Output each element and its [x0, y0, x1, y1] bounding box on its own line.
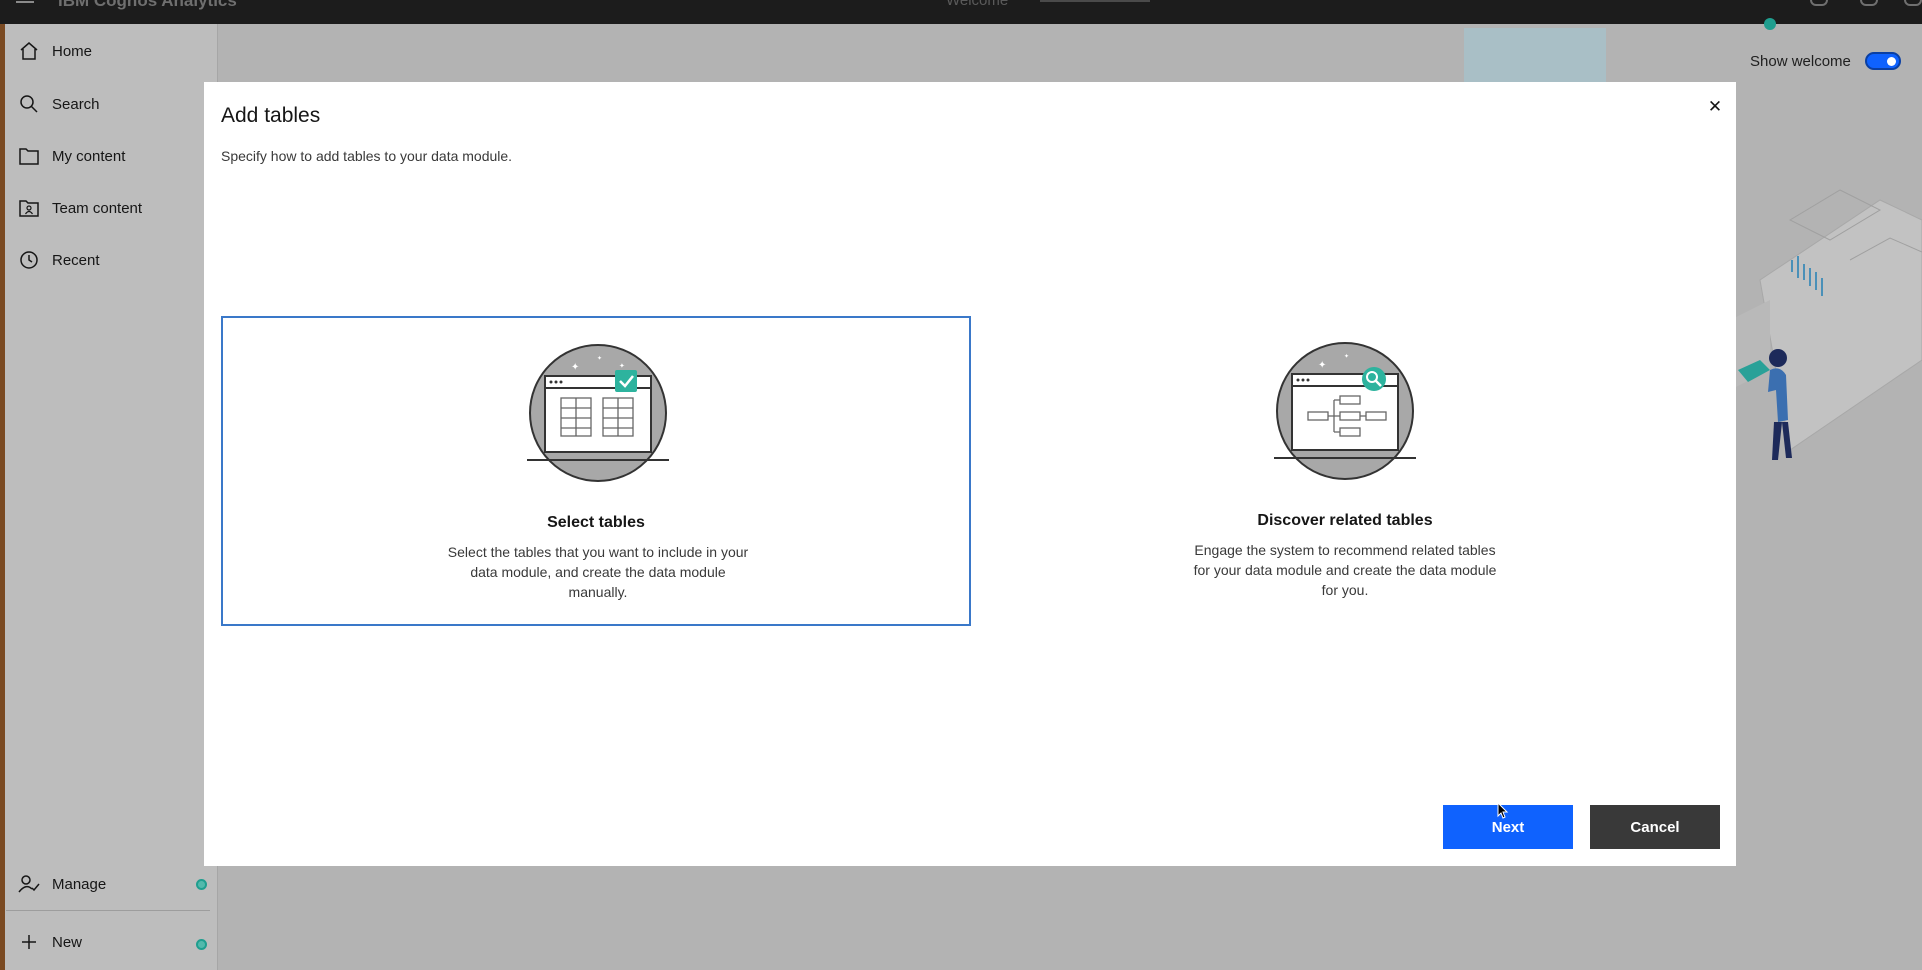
- sidebar-edge: [0, 24, 5, 970]
- option-title: Select tables: [547, 514, 645, 531]
- svg-text:✦: ✦: [619, 362, 625, 370]
- sidebar-divider: [6, 910, 210, 911]
- show-welcome-label: Show welcome: [1750, 52, 1851, 70]
- hamburger-menu-icon[interactable]: [16, 0, 36, 6]
- home-icon: [16, 41, 42, 61]
- sidebar-item-my-content[interactable]: My content: [16, 141, 125, 171]
- close-button[interactable]: ✕: [1704, 96, 1726, 118]
- sidebar-item-manage[interactable]: Manage: [16, 869, 106, 899]
- cancel-button[interactable]: Cancel: [1590, 805, 1720, 849]
- add-tables-dialog: Add tables Specify how to add tables to …: [204, 82, 1736, 866]
- sidebar-item-recent[interactable]: Recent: [16, 245, 100, 275]
- notification-icon[interactable]: [1810, 0, 1828, 6]
- sidebar-item-home[interactable]: Home: [16, 36, 92, 66]
- table-select-illustration: ✦ ✦ ✦: [527, 344, 669, 482]
- manage-icon: [16, 874, 42, 894]
- sidebar-item-label: Manage: [52, 875, 107, 893]
- tab-welcome[interactable]: Welcome: [946, 0, 1008, 9]
- option-discover-related-tables[interactable]: ✦ ✦ Discover related tables Engage the s…: [970, 316, 1720, 626]
- help-icon[interactable]: [1904, 0, 1922, 6]
- user-icon[interactable]: [1860, 0, 1878, 6]
- top-bar: IBM Cognos Analytics Welcome: [0, 0, 1922, 30]
- app-brand: IBM Cognos Analytics: [58, 0, 237, 10]
- option-description: Engage the system to recommend related t…: [1193, 542, 1497, 598]
- sidebar-item-team-content[interactable]: Team content: [16, 193, 142, 223]
- folder-icon: [16, 147, 42, 165]
- option-select-tables[interactable]: ✦ ✦ ✦ Select tables Select the tables th…: [221, 316, 971, 626]
- sidebar-item-label: New: [52, 933, 83, 951]
- sidebar-item-label: My content: [52, 147, 126, 165]
- sidebar-item-label: Home: [52, 42, 93, 60]
- sidebar-item-search[interactable]: Search: [16, 89, 100, 119]
- option-title: Discover related tables: [1257, 512, 1433, 529]
- option-description: Select the tables that you want to inclu…: [447, 544, 749, 600]
- svg-text:✦: ✦: [571, 362, 579, 373]
- svg-text:✦: ✦: [1318, 360, 1326, 371]
- dialog-subtitle: Specify how to add tables to your data m…: [221, 148, 513, 164]
- dialog-title: Add tables: [221, 104, 321, 127]
- new-badge: [196, 939, 207, 950]
- sidebar-item-new[interactable]: New: [16, 927, 82, 957]
- svg-text:✦: ✦: [1344, 353, 1349, 360]
- discover-tables-illustration: ✦ ✦: [1274, 342, 1416, 480]
- team-folder-icon: [16, 199, 42, 217]
- plus-icon: [16, 934, 42, 950]
- close-icon: ✕: [1707, 97, 1723, 116]
- welcome-illustration: [1730, 189, 1922, 460]
- show-welcome-control: Show welcome: [1750, 52, 1901, 70]
- show-welcome-toggle[interactable]: [1864, 52, 1901, 70]
- search-icon: [16, 94, 42, 114]
- clock-icon: [16, 250, 42, 270]
- sidebar-item-label: Recent: [52, 251, 100, 269]
- notification-dot: [1764, 18, 1776, 30]
- mouse-cursor-icon: [1497, 802, 1509, 819]
- sidebar-item-label: Search: [52, 95, 100, 113]
- svg-text:✦: ✦: [597, 355, 602, 362]
- tab-indicator: [1040, 0, 1150, 2]
- manage-badge: [196, 879, 207, 890]
- sidebar-item-label: Team content: [52, 199, 143, 217]
